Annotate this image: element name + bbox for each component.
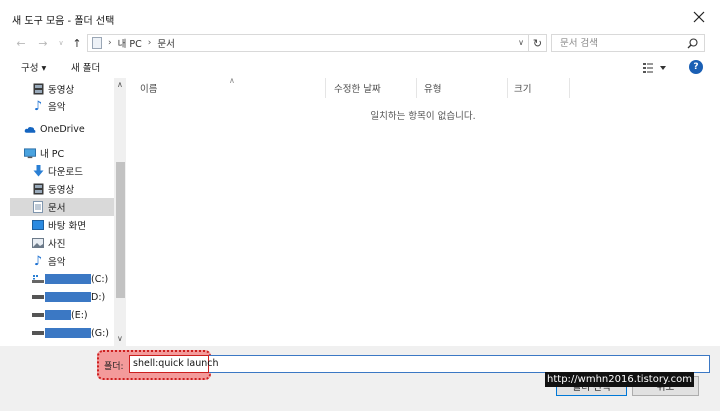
sidebar-item-label: 바탕 화면 xyxy=(48,221,86,232)
breadcrumb-separator: › xyxy=(108,38,112,48)
cloud-icon xyxy=(24,123,36,135)
organize-button[interactable]: 구성 ▾ xyxy=(21,60,46,74)
forward-arrow-icon[interactable]: → xyxy=(36,36,50,50)
sidebar-item-label: 문서 xyxy=(48,203,66,214)
search-icon[interactable] xyxy=(687,38,698,49)
chevron-down-icon[interactable]: ∨ xyxy=(54,36,68,50)
new-folder-button[interactable]: 새 폴더 xyxy=(71,60,100,74)
column-divider[interactable] xyxy=(325,78,326,98)
video-folder-icon xyxy=(32,183,44,195)
search-box[interactable] xyxy=(551,34,705,52)
sidebar-item-label: 동영상 xyxy=(48,185,75,196)
sidebar-item-music-2[interactable]: ♪ 음악 xyxy=(10,252,114,270)
computer-icon xyxy=(24,147,36,159)
drive-name-redacted xyxy=(45,328,91,338)
sidebar-item-label: 동영상 xyxy=(48,85,75,96)
chevron-down-icon[interactable]: ∨ xyxy=(518,38,524,47)
desktop-icon xyxy=(32,219,44,231)
sidebar-item-documents[interactable]: 문서 xyxy=(10,198,114,216)
folder-input[interactable]: shell:quick launch xyxy=(129,355,710,373)
drive-name-redacted xyxy=(45,292,91,302)
sidebar-item-drive-d[interactable]: D:) xyxy=(10,288,114,306)
column-type[interactable]: 유형 xyxy=(424,78,441,98)
download-arrow-icon xyxy=(32,165,44,177)
music-note-icon: ♪ xyxy=(33,98,43,114)
sidebar-item-music[interactable]: ♪ 음악 xyxy=(10,97,114,115)
sidebar-item-label: (C:) xyxy=(91,273,109,285)
sort-ascending-icon: ∧ xyxy=(229,76,235,85)
sidebar-item-downloads[interactable]: 다운로드 xyxy=(10,162,114,180)
sidebar-item-drive-g[interactable]: (G:) xyxy=(10,324,114,342)
sidebar-item-label: 음악 xyxy=(48,257,66,268)
document-icon xyxy=(32,201,44,213)
sidebar-item-label: 다운로드 xyxy=(48,167,83,178)
file-list: ∧ 이름 수정한 날짜 유형 크기 일치하는 항목이 없습니다. xyxy=(126,76,720,346)
up-arrow-icon[interactable]: ↑ xyxy=(70,36,84,50)
sidebar-item-label: OneDrive xyxy=(40,123,85,135)
sidebar-item-videos-2[interactable]: 동영상 xyxy=(10,180,114,198)
breadcrumb-documents[interactable]: 문서 xyxy=(157,36,174,50)
scroll-down-icon[interactable]: ∨ xyxy=(117,334,123,343)
sidebar-scroll-thumb[interactable] xyxy=(116,162,125,298)
navigation-pane: 동영상 ♪ 음악 OneDrive 내 PC 다운로드 동영상 문서 바탕 화면… xyxy=(10,78,126,346)
drive-name-redacted xyxy=(45,274,91,284)
sidebar-item-drive-c[interactable]: (C:) xyxy=(10,270,114,288)
sidebar-item-label: D:) xyxy=(91,291,106,303)
windows-drive-icon xyxy=(32,273,44,285)
sidebar-item-onedrive[interactable]: OneDrive xyxy=(10,120,114,138)
column-divider[interactable] xyxy=(416,78,417,98)
column-divider[interactable] xyxy=(507,78,508,98)
breadcrumb-separator: › xyxy=(147,38,152,48)
folder-input-value: shell:quick launch xyxy=(133,358,219,369)
sidebar-item-pictures[interactable]: 사진 xyxy=(10,234,114,252)
breadcrumb-this-pc[interactable]: 내 PC xyxy=(118,36,142,50)
sidebar-item-drive-e[interactable]: (E:) xyxy=(10,306,114,324)
location-icon xyxy=(92,37,102,49)
back-arrow-icon[interactable]: ← xyxy=(14,36,28,50)
view-options-icon[interactable] xyxy=(642,62,668,74)
command-bar: 구성 ▾ 새 폴더 ? xyxy=(0,56,720,78)
sidebar-item-label: 음악 xyxy=(48,102,66,113)
empty-list-message: 일치하는 항목이 없습니다. xyxy=(370,111,476,122)
column-name[interactable]: 이름 xyxy=(140,78,157,98)
sidebar-item-label: 내 PC xyxy=(40,149,65,160)
drive-icon xyxy=(32,291,44,303)
help-icon[interactable]: ? xyxy=(689,60,703,74)
column-divider[interactable] xyxy=(569,78,570,98)
music-note-icon: ♪ xyxy=(33,253,43,269)
refresh-icon[interactable]: ↻ xyxy=(529,34,547,52)
scroll-up-icon[interactable]: ∧ xyxy=(117,80,123,89)
window-title: 새 도구 모음 - 폴더 선택 xyxy=(12,16,115,27)
column-date-modified[interactable]: 수정한 날짜 xyxy=(334,78,381,98)
drive-name-redacted xyxy=(45,310,71,320)
sidebar-item-label: 사진 xyxy=(48,239,66,250)
drive-icon xyxy=(32,309,44,321)
sidebar-item-this-pc[interactable]: 내 PC xyxy=(10,144,114,162)
column-size[interactable]: 크기 xyxy=(514,78,531,98)
navigation-row: ← → ∨ ↑ › 내 PC › 문서 ∨ ↻ xyxy=(0,34,720,52)
search-input[interactable] xyxy=(560,37,686,49)
sidebar-item-label: (E:) xyxy=(71,309,88,321)
pictures-icon xyxy=(32,237,44,249)
close-icon[interactable] xyxy=(692,10,706,24)
drive-icon xyxy=(32,327,44,339)
title-bar: 새 도구 모음 - 폴더 선택 xyxy=(0,0,720,34)
sidebar-item-label: (G:) xyxy=(91,327,109,339)
watermark: http://wmhn2016.tistory.com xyxy=(545,372,694,387)
video-folder-icon xyxy=(32,83,44,95)
sidebar-item-desktop[interactable]: 바탕 화면 xyxy=(10,216,114,234)
address-bar[interactable]: › 내 PC › 문서 ∨ xyxy=(87,34,529,52)
folder-label: 폴더: xyxy=(104,362,124,372)
sidebar-item-videos[interactable]: 동영상 xyxy=(10,80,114,98)
